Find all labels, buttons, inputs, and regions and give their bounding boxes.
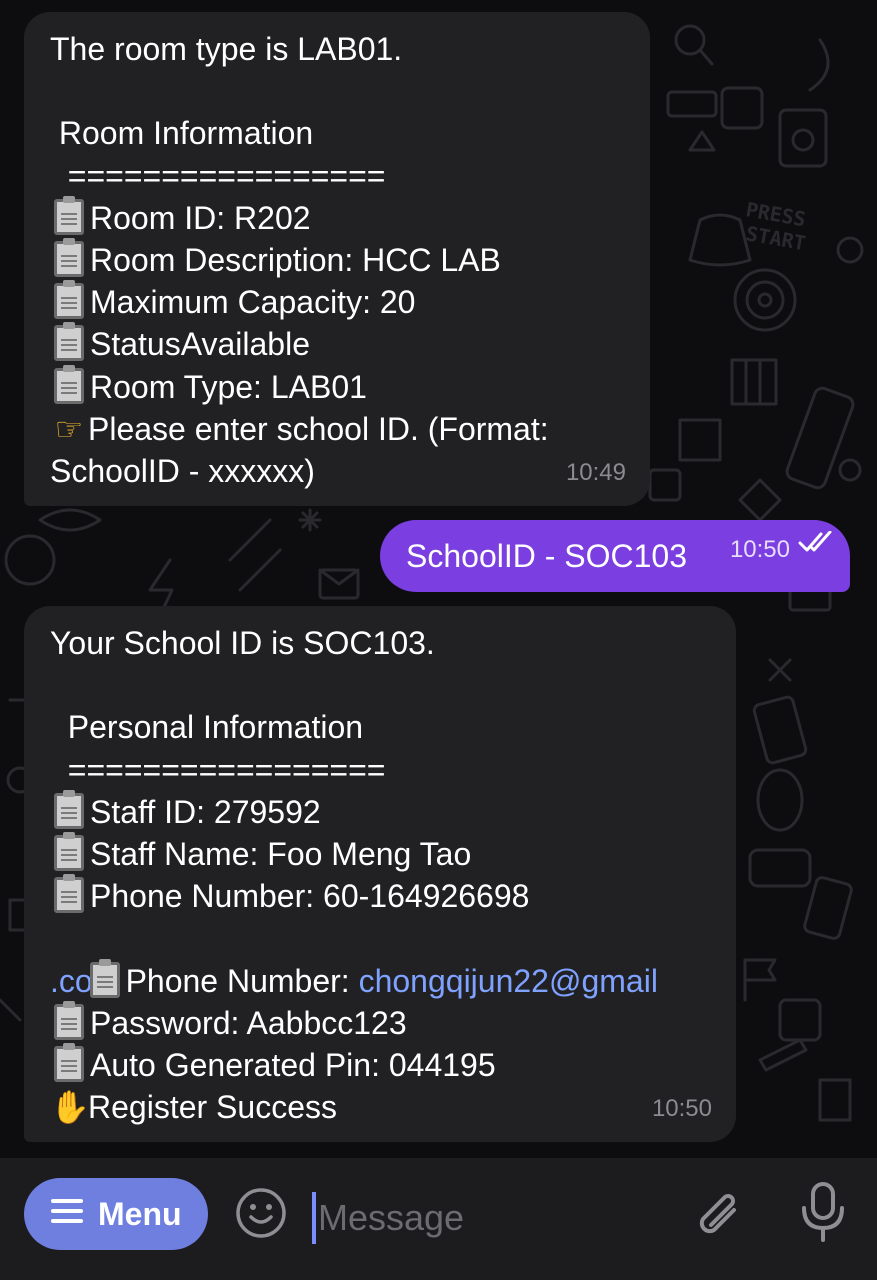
message-time: 10:49 xyxy=(565,458,626,486)
message-line: Personal Information xyxy=(50,709,364,746)
clipboard-icon xyxy=(54,831,84,871)
menu-button-label: Menu xyxy=(98,1195,182,1232)
message-line: Staff Name: Foo Meng Tao xyxy=(50,831,710,875)
message-line: Room Description: HCC LAB xyxy=(50,237,624,281)
clipboard-icon xyxy=(54,789,84,829)
message-line: Password: Aabbcc123 xyxy=(50,1000,710,1044)
message-text: SchoolID - SOC103 xyxy=(406,538,688,574)
message-input[interactable] xyxy=(318,1188,658,1248)
message-line: ☞ Please enter school ID. (Format: xyxy=(50,408,624,450)
double-check-icon xyxy=(798,506,834,578)
text-cursor xyxy=(312,1192,316,1244)
message-line: The room type is LAB01. xyxy=(50,31,403,67)
message-text: Your School ID is SOC103. Personal Infor… xyxy=(50,622,710,917)
clipboard-icon xyxy=(54,1042,84,1082)
paperclip-icon[interactable] xyxy=(690,1184,744,1249)
message-line: Staff ID: 279592 xyxy=(50,789,710,833)
hamburger-icon xyxy=(50,1196,84,1233)
message-time: 10:50 xyxy=(729,536,790,563)
clipboard-icon xyxy=(54,364,84,404)
pointing-hand-icon: ☞ xyxy=(54,409,84,448)
menu-button[interactable]: Menu xyxy=(24,1178,208,1250)
message-line: Room Type: LAB01 xyxy=(50,364,624,408)
email-link[interactable]: chongqijun22@gmail xyxy=(359,963,658,999)
message-line: Your School ID is SOC103. xyxy=(50,625,435,661)
message-text: The room type is LAB01. Room Information… xyxy=(50,28,624,450)
message-line: StatusAvailable xyxy=(50,322,624,365)
message-line-email: Phone Number: chongqijun22@gmail xyxy=(50,917,710,999)
message-composer: Menu xyxy=(0,1158,877,1280)
message-line: Phone Number: 60-164926698 xyxy=(50,874,710,917)
clipboard-icon xyxy=(89,958,120,998)
clipboard-icon xyxy=(54,1000,84,1040)
message-line: Auto Generated Pin: 044195 xyxy=(50,1042,710,1086)
emoji-icon[interactable] xyxy=(234,1186,288,1245)
message-line xyxy=(50,70,624,112)
clipboard-icon xyxy=(54,280,84,320)
message-line: Maximum Capacity: 20 xyxy=(50,280,624,323)
clipboard-icon xyxy=(54,322,84,362)
message-bubble-personal-info[interactable]: Your School ID is SOC103. Personal Infor… xyxy=(24,606,736,1142)
message-line: ================= xyxy=(50,157,386,194)
clipboard-icon xyxy=(54,195,84,235)
message-time: 10:50 xyxy=(651,1094,712,1122)
message-line: Room Information xyxy=(50,115,314,152)
message-line: ✋Register Success xyxy=(50,1086,710,1128)
message-bubble-outgoing[interactable]: SchoolID - SOC103 10:50 xyxy=(380,520,850,592)
clipboard-icon xyxy=(54,874,84,914)
message-line xyxy=(50,664,710,706)
clapping-hands-icon: ✋ xyxy=(50,1088,90,1127)
message-bubble-room-info[interactable]: The room type is LAB01. Room Information… xyxy=(24,12,650,506)
message-line: SchoolID - xxxxxx) xyxy=(50,452,315,489)
message-text-continued: Password: Aabbcc123 Auto Generated Pin: 0… xyxy=(50,1000,710,1129)
clipboard-icon xyxy=(54,237,84,277)
microphone-icon[interactable] xyxy=(798,1180,848,1249)
message-line: ================= xyxy=(50,751,386,788)
message-line: Room ID: R202 xyxy=(50,195,624,239)
